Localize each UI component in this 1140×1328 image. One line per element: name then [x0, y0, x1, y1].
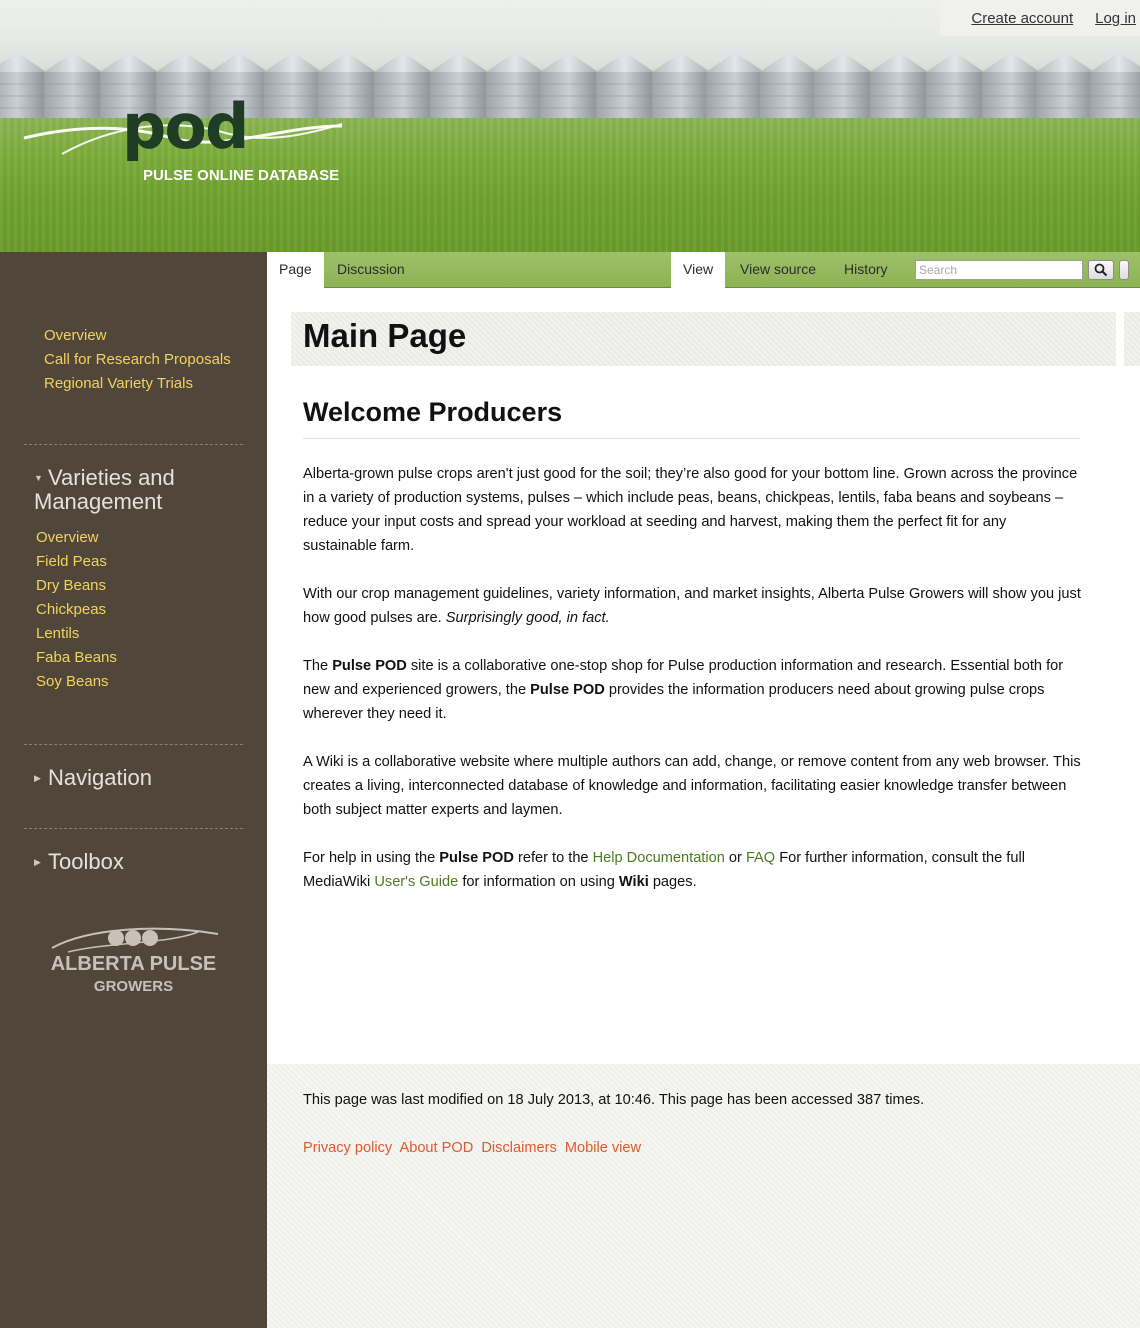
disclaimers-link[interactable]: Disclaimers	[481, 1140, 556, 1156]
sidebar: Overview Call for Research Proposals Reg…	[0, 252, 267, 1328]
users-guide-link[interactable]: User's Guide	[374, 874, 458, 890]
section-heading: Welcome Producers	[303, 397, 563, 427]
varieties-item-soy-beans[interactable]: Soy Beans	[36, 670, 117, 694]
search-input[interactable]	[915, 260, 1083, 280]
varieties-heading[interactable]: ▼ Varieties and Management	[34, 466, 175, 514]
tab-view[interactable]: View	[671, 252, 726, 289]
partner-logo-sub: GROWERS	[93, 978, 174, 995]
sidebar-top-links: Overview Call for Research Proposals Reg…	[44, 324, 231, 396]
sidebar-link-overview[interactable]: Overview	[44, 324, 231, 348]
svg-text:pod: pod	[122, 96, 247, 163]
paragraph-guidelines: With our crop management guidelines, var…	[303, 586, 1081, 626]
tabs-bar: Page Discussion View View source History	[267, 252, 1140, 289]
create-account-link[interactable]: Create account	[971, 10, 1073, 27]
footer: This page was last modified on 18 July 2…	[267, 1064, 1140, 1328]
privacy-policy-link[interactable]: Privacy policy	[303, 1140, 392, 1156]
varieties-item-overview[interactable]: Overview	[36, 526, 117, 550]
svg-text:PULSE ONLINE DATABASE: PULSE ONLINE DATABASE	[143, 167, 339, 184]
sidebar-link-call-for-proposals[interactable]: Call for Research Proposals	[44, 348, 231, 372]
tab-page[interactable]: Page	[267, 252, 324, 289]
paragraph-pulse-pod: The Pulse POD site is a collaborative on…	[303, 658, 1064, 722]
footer-last-modified: This page was last modified on 18 July 2…	[303, 1092, 925, 1108]
varieties-item-dry-beans[interactable]: Dry Beans	[36, 574, 117, 598]
tab-history[interactable]: History	[832, 252, 900, 288]
sidebar-divider	[24, 444, 243, 445]
user-links: Create account Log in	[940, 0, 1140, 36]
partner-logo-name: ALBERTA PULSE	[50, 953, 217, 975]
paragraph-help: For help in using the Pulse POD refer to…	[303, 850, 1025, 890]
log-in-link[interactable]: Log in	[1095, 10, 1136, 27]
navigation-heading[interactable]: ▶ Navigation	[34, 766, 152, 790]
tab-view-source[interactable]: View source	[728, 252, 828, 288]
help-documentation-link[interactable]: Help Documentation	[593, 850, 725, 866]
triangle-down-icon: ▼	[34, 473, 43, 483]
varieties-item-lentils[interactable]: Lentils	[36, 622, 117, 646]
search-icon	[1094, 263, 1108, 277]
varieties-item-chickpeas[interactable]: Chickpeas	[36, 598, 117, 622]
varieties-list: Overview Field Peas Dry Beans Chickpeas …	[36, 526, 117, 694]
paragraph-intro: Alberta-grown pulse crops aren't just go…	[303, 466, 1078, 554]
page-title: Main Page	[303, 317, 467, 354]
sidebar-link-regional-variety-trials[interactable]: Regional Variety Trials	[44, 372, 231, 396]
varieties-item-field-peas[interactable]: Field Peas	[36, 550, 117, 574]
paragraph-wiki: A Wiki is a collaborative website where …	[303, 754, 1081, 818]
sidebar-divider	[24, 828, 243, 829]
search-go-button[interactable]	[1119, 260, 1129, 280]
varieties-item-faba-beans[interactable]: Faba Beans	[36, 646, 117, 670]
footer-links: Privacy policy About POD Disclaimers Mob…	[303, 1136, 645, 1160]
header-banner: pod PULSE ONLINE DATABASE Create account…	[0, 0, 1140, 252]
tab-discussion[interactable]: Discussion	[325, 252, 417, 288]
pod-logo[interactable]: pod PULSE ONLINE DATABASE	[22, 96, 362, 192]
faq-link[interactable]: FAQ	[746, 850, 775, 866]
about-pod-link[interactable]: About POD	[399, 1140, 473, 1156]
mobile-view-link[interactable]: Mobile view	[565, 1140, 641, 1156]
toolbox-heading[interactable]: ▶ Toolbox	[34, 850, 124, 874]
search-button[interactable]	[1088, 260, 1114, 280]
title-background-edge	[1124, 312, 1140, 366]
section-divider	[303, 438, 1080, 439]
triangle-right-icon: ▶	[34, 857, 41, 867]
sidebar-divider	[24, 744, 243, 745]
triangle-right-icon: ▶	[34, 773, 41, 783]
